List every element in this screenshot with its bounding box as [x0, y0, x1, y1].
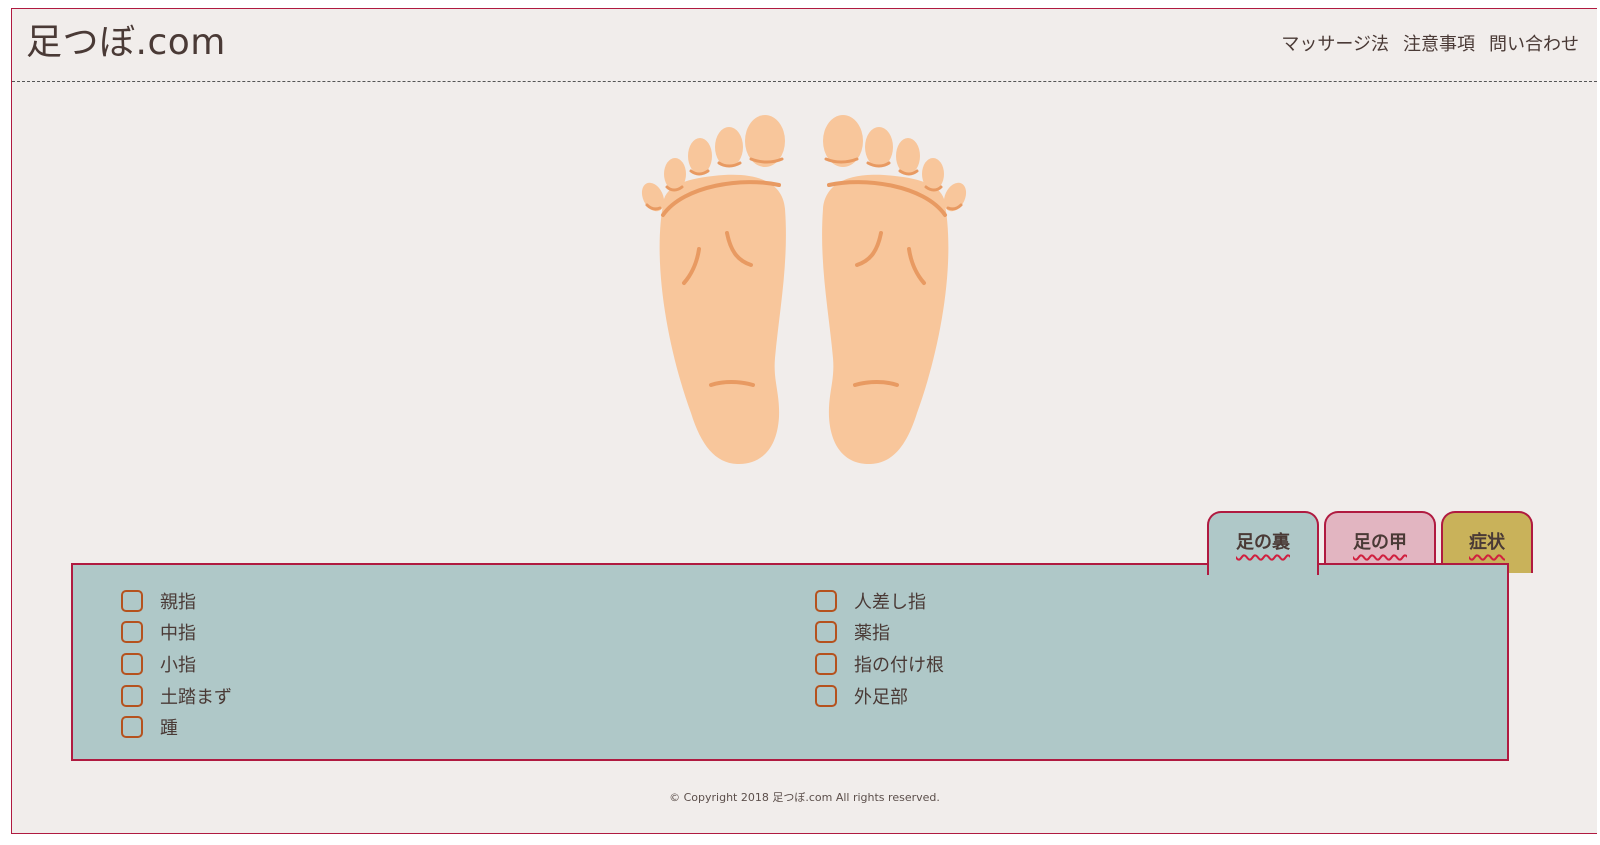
option-middle-toe[interactable]: 中指 [121, 617, 232, 649]
checkbox[interactable] [121, 716, 143, 739]
checkbox[interactable] [121, 684, 143, 707]
footer-copyright: © Copyright 2018 足つぼ.com All rights rese… [669, 791, 940, 804]
option-label: 親指 [160, 591, 196, 613]
site-title[interactable]: 足つぼ.com [26, 21, 226, 65]
tab-sole[interactable]: 足の裏 [1207, 511, 1319, 575]
option-label: 踵 [160, 718, 178, 740]
option-big-toe[interactable]: 親指 [121, 585, 232, 617]
sole-options-panel: 親指 中指 小指 土踏まず 踵 人差し指 薬指 指の付け根 外足部 [71, 563, 1509, 761]
options-column-left: 親指 中指 小指 土踏まず 踵 [121, 585, 232, 743]
checkbox[interactable] [121, 621, 143, 644]
option-label: 土踏まず [160, 686, 232, 708]
feet-soles-illustration [641, 115, 967, 465]
nav-contact[interactable]: 問い合わせ [1489, 33, 1579, 57]
tab-instep-label: 足の甲 [1353, 532, 1407, 553]
checkbox[interactable] [815, 589, 837, 612]
tab-sole-label: 足の裏 [1236, 532, 1290, 553]
option-outer-foot[interactable]: 外足部 [815, 680, 944, 712]
option-label: 薬指 [854, 623, 890, 645]
option-toe-base[interactable]: 指の付け根 [815, 648, 944, 680]
option-label: 外足部 [854, 686, 908, 708]
option-label: 中指 [160, 623, 196, 645]
site-header: 足つぼ.com マッサージ法 注意事項 問い合わせ [12, 9, 1597, 82]
page-frame: 足つぼ.com マッサージ法 注意事項 問い合わせ 足の裏 足の甲 症状 親指 … [11, 8, 1597, 834]
checkbox[interactable] [815, 652, 837, 675]
right-foot [822, 115, 967, 465]
tab-symptoms-label: 症状 [1469, 532, 1505, 553]
option-label: 小指 [160, 654, 196, 676]
left-foot [641, 115, 786, 465]
option-arch[interactable]: 土踏まず [121, 680, 232, 712]
main-nav: マッサージ法 注意事項 問い合わせ [1281, 33, 1579, 57]
option-heel[interactable]: 踵 [121, 711, 232, 743]
nav-massage-method[interactable]: マッサージ法 [1281, 33, 1389, 57]
option-little-toe[interactable]: 小指 [121, 648, 232, 680]
checkbox[interactable] [121, 652, 143, 675]
checkbox[interactable] [815, 684, 837, 707]
option-label: 人差し指 [854, 591, 926, 613]
options-column-right: 人差し指 薬指 指の付け根 外足部 [815, 585, 944, 711]
option-fourth-toe[interactable]: 薬指 [815, 617, 944, 649]
checkbox[interactable] [815, 621, 837, 644]
checkbox[interactable] [121, 589, 143, 612]
nav-notes[interactable]: 注意事項 [1403, 33, 1475, 57]
option-label: 指の付け根 [854, 654, 944, 676]
option-second-toe[interactable]: 人差し指 [815, 585, 944, 617]
